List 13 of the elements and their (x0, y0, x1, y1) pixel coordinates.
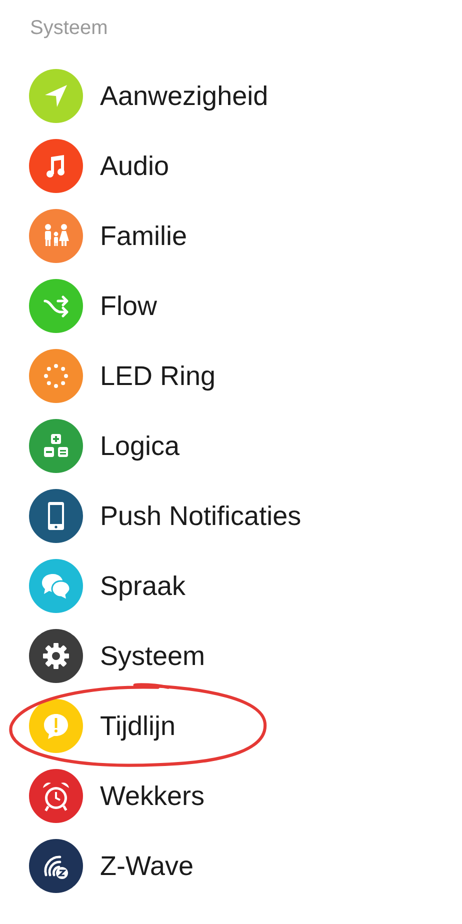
menu-item-label[interactable]: Familie (100, 220, 188, 250)
menu-item-label[interactable]: Tijdlijn (100, 710, 176, 740)
menu-item-label[interactable]: Systeem (100, 640, 206, 670)
menu-item-label[interactable]: Push Notificaties (100, 500, 302, 530)
menu-item-label[interactable]: Flow (100, 290, 158, 320)
section-title: Systeem (29, 16, 109, 41)
menu-item-label[interactable]: LED Ring (100, 360, 216, 390)
menu-item-label[interactable]: Wekkers (100, 780, 205, 810)
menu-item-label[interactable]: Spraak (100, 570, 186, 600)
menu-item-label[interactable]: Logica (100, 430, 180, 460)
menu-item-label[interactable]: Z-Wave (100, 850, 194, 880)
menu-item-label[interactable]: Audio (100, 150, 170, 180)
menu-item-label[interactable]: Aanwezigheid (100, 80, 268, 110)
